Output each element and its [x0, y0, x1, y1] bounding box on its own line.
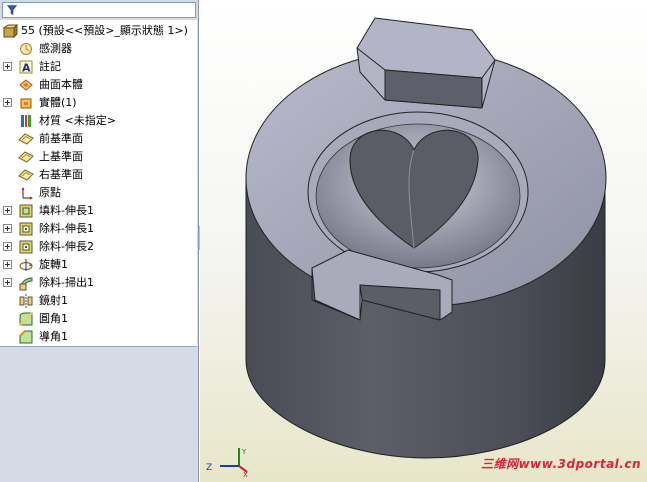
tree-item[interactable]: 除料-伸長2	[0, 238, 197, 256]
tree-item-label: 鏡射1	[39, 294, 68, 307]
tree-item[interactable]: 右基準面	[0, 166, 197, 184]
filter-bar[interactable]	[2, 2, 196, 18]
extrude-cut-icon	[18, 239, 34, 255]
material-icon	[18, 113, 34, 129]
part-model-view[interactable]	[200, 0, 647, 482]
tree-item-label: 感測器	[39, 42, 72, 55]
tree-item[interactable]: 原點	[0, 184, 197, 202]
feature-manager-panel: 55 (預設<<預設>_顯示狀態 1>) 感測器 A 註記曲面本體實體(1) 材質 <未…	[0, 0, 199, 482]
tree-item[interactable]: A 註記	[0, 58, 197, 76]
tree-item-label: 導角1	[39, 330, 68, 343]
feature-tree: 55 (預設<<預設>_顯示狀態 1>) 感測器 A 註記曲面本體實體(1) 材質 <未…	[0, 20, 197, 347]
annotation-icon: A	[18, 59, 34, 75]
sweep-cut-icon	[18, 275, 34, 291]
tree-item-label: 實體(1)	[39, 96, 77, 109]
chamfer-icon	[18, 329, 34, 345]
plane-icon	[18, 131, 34, 147]
tree-item-label: 上基準面	[39, 150, 83, 163]
expand-toggle[interactable]	[3, 260, 12, 269]
tree-item-label: 曲面本體	[39, 78, 83, 91]
tree-item[interactable]: 填料-伸長1	[0, 202, 197, 220]
expand-toggle[interactable]	[3, 224, 12, 233]
tree-item[interactable]: 導角1	[0, 328, 197, 346]
tree-item[interactable]: 鏡射1	[0, 292, 197, 310]
sensor-icon	[18, 41, 34, 57]
triad-x-label: X	[243, 471, 248, 478]
surface-bodies-icon	[18, 77, 34, 93]
tree-item-label: 除料-掃出1	[39, 276, 94, 289]
tree-item-label: 右基準面	[39, 168, 83, 181]
tree-item-label: 註記	[39, 60, 61, 73]
tree-item-label: 圓角1	[39, 312, 68, 325]
tree-item[interactable]: 實體(1)	[0, 94, 197, 112]
tree-item[interactable]: 除料-伸長1	[0, 220, 197, 238]
expand-toggle[interactable]	[3, 98, 12, 107]
svg-text:A: A	[22, 62, 31, 75]
tree-item[interactable]: 材質 <未指定>	[0, 112, 197, 130]
tree-item-label: 除料-伸長1	[39, 222, 94, 235]
revolve-icon	[18, 257, 34, 273]
tree-item-label: 原點	[39, 186, 61, 199]
mirror-icon	[18, 293, 34, 309]
tree-item[interactable]: 曲面本體	[0, 76, 197, 94]
tree-item[interactable]: 旋轉1	[0, 256, 197, 274]
extrude-cut-icon	[18, 221, 34, 237]
tree-root-item[interactable]: 55 (預設<<預設>_顯示狀態 1>)	[0, 22, 197, 40]
expand-toggle[interactable]	[3, 206, 12, 215]
fillet-icon	[18, 311, 34, 327]
expand-toggle[interactable]	[3, 278, 12, 287]
tree-item-label: 除料-伸長2	[39, 240, 94, 253]
graphics-area[interactable]: Z X Y 三维网www.3dportal.cn	[200, 0, 647, 482]
tree-item[interactable]: 除料-掃出1	[0, 274, 197, 292]
part-icon	[2, 23, 18, 39]
tree-item-label: 旋轉1	[39, 258, 68, 271]
tree-item[interactable]: 圓角1	[0, 310, 197, 328]
expand-toggle[interactable]	[3, 62, 12, 71]
tree-item-label: 填料-伸長1	[39, 204, 94, 217]
watermark-text: 三维网www.3dportal.cn	[481, 457, 641, 471]
origin-icon	[18, 185, 34, 201]
tree-item[interactable]: 前基準面	[0, 130, 197, 148]
tree-item[interactable]: 上基準面	[0, 148, 197, 166]
filter-icon[interactable]	[7, 5, 17, 15]
view-triad[interactable]: Z X Y	[204, 446, 250, 478]
tree-item-label: 材質 <未指定>	[39, 114, 116, 127]
extrude-boss-icon	[18, 203, 34, 219]
plane-icon	[18, 167, 34, 183]
tree-item-label: 前基準面	[39, 132, 83, 145]
expand-toggle[interactable]	[3, 242, 12, 251]
plane-icon	[18, 149, 34, 165]
triad-z-label: Z	[206, 463, 212, 473]
tree-item[interactable]: 感測器	[0, 40, 197, 58]
tree-item-label: 55 (預設<<預設>_顯示狀態 1>)	[21, 24, 188, 37]
solid-bodies-icon	[18, 95, 34, 111]
triad-y-label: Y	[241, 448, 247, 456]
